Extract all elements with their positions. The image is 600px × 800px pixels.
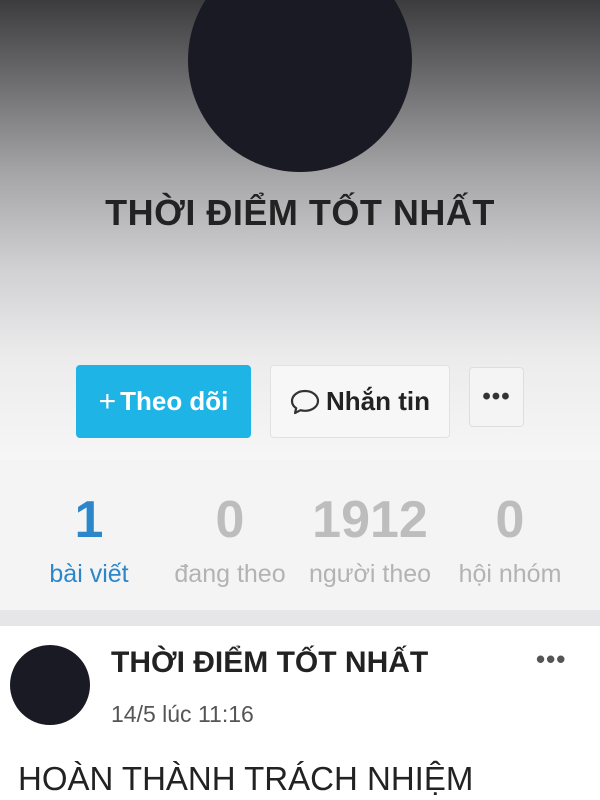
- stat-following[interactable]: 0 đang theo: [163, 460, 297, 610]
- stat-groups-label: hội nhóm: [458, 560, 562, 588]
- post-author-avatar[interactable]: [10, 645, 90, 725]
- chat-bubble-icon: [290, 389, 320, 414]
- follow-button-label: Theo dõi: [120, 386, 229, 416]
- stat-groups[interactable]: 0 hội nhóm: [446, 460, 574, 610]
- profile-actions: + Theo dõi Nhắn tin •••: [0, 365, 600, 439]
- stat-following-label: đang theo: [174, 560, 286, 588]
- profile-avatar[interactable]: [188, 0, 412, 172]
- profile-header: THỜI ĐIỂM TỐT NHẤT + Theo dõi Nhắn tin •…: [0, 0, 600, 460]
- post-card: THỜI ĐIỂM TỐT NHẤT 14/5 lúc 11:16 ••• HO…: [0, 626, 600, 800]
- stat-followers-label: người theo: [308, 560, 432, 588]
- post-author-name[interactable]: THỜI ĐIỂM TỐT NHẤT: [111, 646, 428, 680]
- stat-followers-value: 1912: [312, 491, 428, 549]
- stat-following-value: 0: [215, 491, 245, 549]
- more-options-button[interactable]: •••: [469, 367, 524, 427]
- post-text: HOÀN THÀNH TRÁCH NHIỆM: [18, 760, 474, 797]
- message-button[interactable]: Nhắn tin: [270, 365, 450, 438]
- stat-posts[interactable]: 1 bài viết: [30, 460, 148, 610]
- section-divider: [0, 610, 600, 626]
- profile-name: THỜI ĐIỂM TỐT NHẤT: [105, 192, 495, 233]
- post-more-icon[interactable]: •••: [536, 644, 566, 675]
- follow-button[interactable]: + Theo dõi: [76, 365, 251, 438]
- plus-icon: +: [98, 384, 117, 418]
- stat-posts-value: 1: [74, 491, 104, 549]
- stat-posts-label: bài viết: [49, 560, 129, 588]
- message-button-label: Nhắn tin: [326, 386, 430, 416]
- more-icon: •••: [482, 383, 511, 410]
- stat-followers[interactable]: 1912 người theo: [299, 460, 441, 610]
- stat-groups-value: 0: [495, 491, 525, 549]
- profile-stats: 1 bài viết 0 đang theo 1912 người theo 0…: [0, 460, 600, 610]
- post-timestamp[interactable]: 14/5 lúc 11:16: [111, 701, 254, 728]
